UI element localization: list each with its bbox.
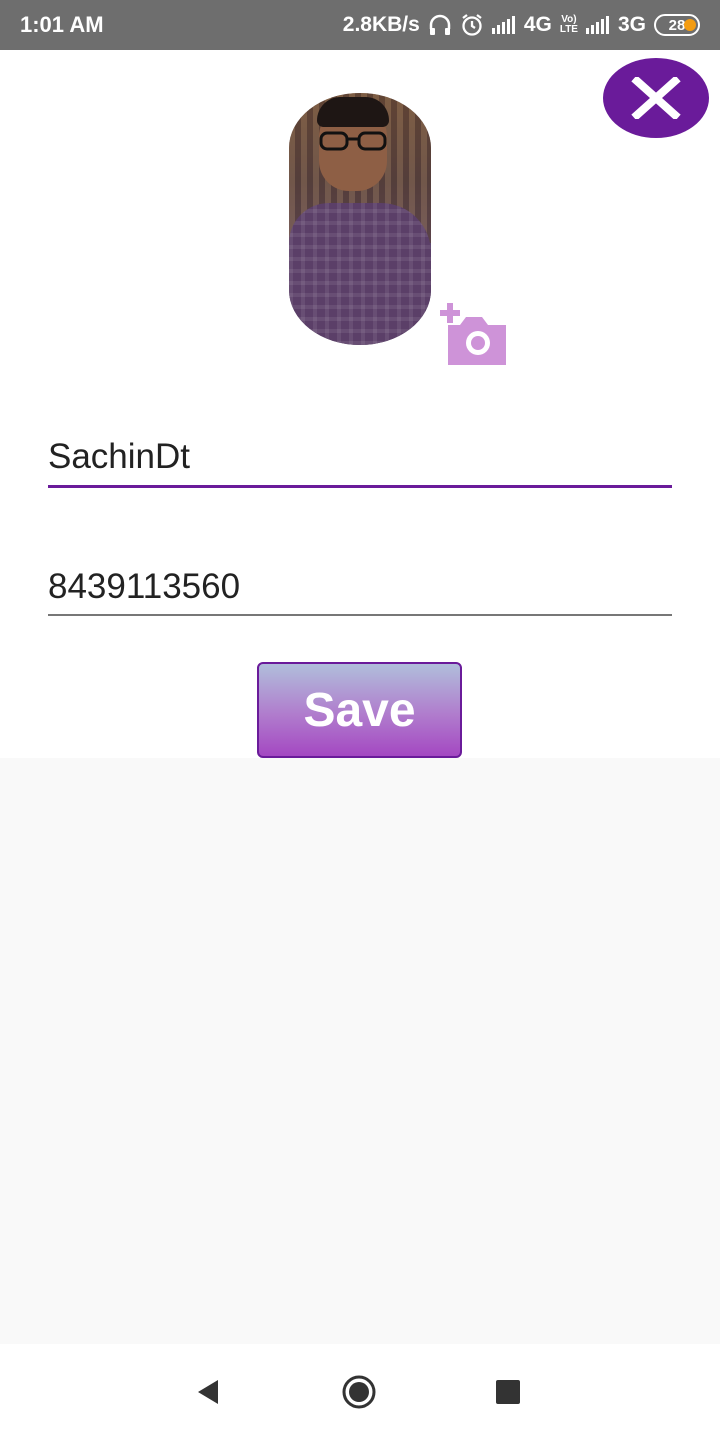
navigation-bar: [0, 1344, 720, 1440]
volte-bottom: LTE: [559, 24, 578, 35]
name-input-value: SachinDt: [48, 437, 191, 476]
status-time: 1:01 AM: [20, 12, 104, 37]
signal-icon: [585, 16, 610, 34]
net-speed: 2.8KB/s: [342, 13, 420, 36]
status-bar: 1:01 AM 2.8KB/s 4G Vo) LTE 3G 28: [0, 0, 720, 50]
home-icon[interactable]: [341, 1374, 377, 1410]
phone-field[interactable]: 8439113560: [48, 566, 672, 616]
status-icons: 2.8KB/s 4G Vo) LTE 3G 28: [343, 13, 700, 37]
profile-avatar[interactable]: [289, 93, 431, 345]
network-type-4g: 4G: [523, 13, 552, 36]
volte-indicator: Vo) LTE: [560, 15, 578, 35]
alarm-icon: [462, 14, 482, 36]
empty-area: [0, 758, 720, 1344]
headset-icon: [429, 14, 451, 35]
add-photo-button[interactable]: [440, 303, 508, 365]
battery-icon: 28: [654, 14, 700, 36]
add-camera-icon: [440, 303, 506, 365]
back-icon[interactable]: [196, 1378, 220, 1406]
signal-icon: [491, 16, 516, 34]
name-field[interactable]: SachinDt: [48, 436, 672, 488]
save-button[interactable]: Save: [257, 662, 462, 758]
close-icon: [631, 77, 681, 119]
network-type-3g: 3G: [617, 13, 646, 36]
close-button[interactable]: [603, 58, 709, 138]
battery-level: 28: [668, 16, 686, 34]
phone-input-value: 8439113560: [48, 567, 241, 606]
recents-icon[interactable]: [496, 1380, 520, 1404]
